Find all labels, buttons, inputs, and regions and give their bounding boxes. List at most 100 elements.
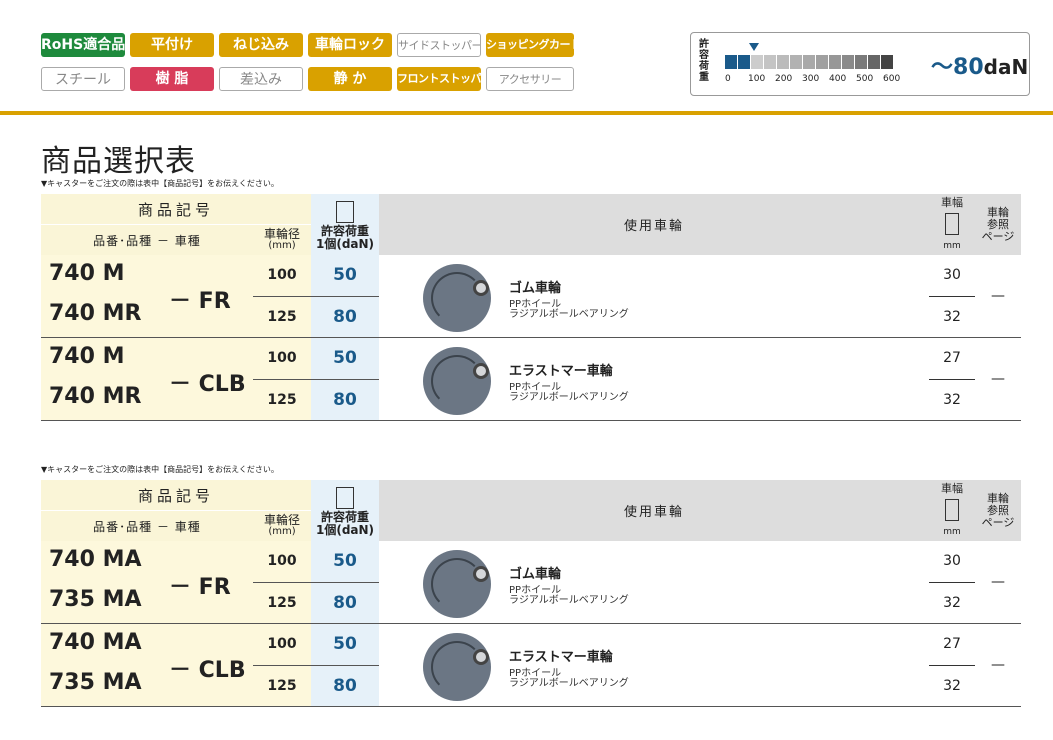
wheel-diameter: 100 bbox=[253, 623, 312, 666]
header-width: 車幅 mm bbox=[929, 480, 976, 541]
wheel-width: 27 bbox=[929, 338, 975, 380]
wheel-width: 30 bbox=[929, 541, 975, 582]
load-value: 80 bbox=[311, 582, 380, 625]
header-width-unit: mm bbox=[943, 527, 961, 537]
header-wheel: 使用車輪 bbox=[379, 194, 930, 255]
wheel-width: 27 bbox=[929, 624, 975, 666]
tick-label: 200 bbox=[775, 74, 793, 84]
order-note: ▼キャスターをご注文の際は表中【商品記号】をお伝えください。 bbox=[41, 179, 279, 188]
load-scale-segment bbox=[725, 55, 737, 69]
header-load-line2: 1個(daN) bbox=[315, 236, 375, 251]
load-scale-segment bbox=[829, 55, 841, 69]
wheel-diameter: 100 bbox=[253, 541, 312, 583]
wheel-name: エラストマー車輪 bbox=[509, 364, 613, 379]
wheel-width-value: 32 bbox=[943, 308, 961, 325]
load-header-icon bbox=[336, 486, 355, 509]
selection-table: 商品記号 許容荷重 1個(daN) 使用車輪 車幅 mm 車輪 参照 ページ 品番･品種… bbox=[41, 194, 1022, 421]
product-code-cell: 740 M 740 MR － CLB bbox=[41, 337, 253, 421]
header-width: 車幅 mm bbox=[929, 194, 976, 255]
wheel-width: 30 bbox=[929, 255, 975, 296]
header-ref: 車輪 参照 ページ bbox=[975, 194, 1022, 255]
order-note: ▼キャスターをご注文の際は表中【商品記号】をお伝えください。 bbox=[41, 465, 279, 474]
load-value: 80 bbox=[311, 665, 380, 707]
wheel-desc: ラジアルボールベアリング bbox=[509, 678, 629, 689]
load-scale-segment bbox=[855, 55, 867, 69]
wheel-desc: ラジアルボールベアリング bbox=[509, 595, 629, 606]
wheel-info: ゴム車輪 PPホイール ラジアルボールベアリング bbox=[379, 541, 930, 624]
load-header-icon bbox=[336, 200, 355, 223]
load-box-title: 許容荷重 bbox=[699, 39, 709, 83]
header-code-sub: 品番･品種 － 車種 bbox=[41, 510, 253, 541]
tag-rohs: RoHS適合品 bbox=[41, 33, 125, 57]
tick-label: 100 bbox=[748, 74, 766, 84]
wheel-type-suffix: － FR bbox=[169, 289, 231, 314]
header-product-code: 商品記号 bbox=[41, 194, 312, 225]
load-value: 80 bbox=[311, 379, 380, 421]
load-value: 50 bbox=[311, 541, 380, 583]
load-scale-segment bbox=[751, 55, 763, 69]
wheel-info: エラストマー車輪 PPホイール ラジアルボールベアリング bbox=[379, 623, 930, 707]
tick-label: 400 bbox=[829, 74, 847, 84]
header-dia: 車輪径 (mm) bbox=[253, 224, 312, 255]
load-value: 50 bbox=[311, 623, 380, 666]
tag-quiet: 静 か bbox=[308, 67, 392, 91]
product-code-cell: 740 MA 735 MA － CLB bbox=[41, 623, 253, 707]
header-dia-label: 車輪径 bbox=[264, 513, 301, 527]
load-scale-segment bbox=[803, 55, 815, 69]
ref-page: — bbox=[975, 623, 1022, 707]
header-load-line1: 許容荷重 bbox=[321, 509, 370, 524]
wheel-image bbox=[423, 633, 492, 701]
header-product-code: 商品記号 bbox=[41, 480, 312, 511]
wheel-name: エラストマー車輪 bbox=[509, 650, 613, 665]
max-load: 〜80daN bbox=[931, 49, 1028, 81]
tag-side-stopper: サイドストッパー bbox=[397, 33, 481, 57]
header-dia-unit: (mm) bbox=[268, 526, 296, 537]
ref-page: — bbox=[975, 337, 1022, 421]
product-code: 735 MA bbox=[49, 670, 142, 695]
wheel-name: ゴム車輪 bbox=[509, 567, 562, 582]
tag-flat-mount: 平付け bbox=[130, 33, 214, 57]
tick-label: 300 bbox=[802, 74, 820, 84]
ref-page: — bbox=[975, 541, 1022, 624]
wheel-name: ゴム車輪 bbox=[509, 281, 562, 296]
ref-page: — bbox=[975, 255, 1022, 338]
wheel-width-value: 32 bbox=[943, 677, 961, 694]
tag-accessory: アクセサリー bbox=[486, 67, 574, 91]
load-scale-segment bbox=[868, 55, 880, 69]
header-load-line2: 1個(daN) bbox=[315, 522, 375, 537]
tag-wheel-lock: 車輪ロック bbox=[308, 33, 392, 57]
wheel-info: ゴム車輪 PPホイール ラジアルボールベアリング bbox=[379, 255, 930, 338]
product-code: 740 MR bbox=[49, 301, 142, 326]
header-ref-line3: ページ bbox=[981, 515, 1015, 529]
load-value: 80 bbox=[311, 296, 380, 339]
product-code: 735 MA bbox=[49, 587, 142, 612]
load-scale-segment bbox=[816, 55, 828, 69]
wheel-diameter: 125 bbox=[253, 379, 312, 421]
wheel-image bbox=[423, 264, 492, 332]
load-value: 50 bbox=[311, 255, 380, 297]
header-divider bbox=[0, 111, 1053, 115]
tick-label: 0 bbox=[725, 74, 731, 84]
product-code: 740 MA bbox=[49, 547, 142, 572]
header-width-unit: mm bbox=[943, 241, 961, 251]
page-title: 商品選択表 bbox=[41, 144, 196, 179]
product-code: 740 M bbox=[49, 344, 125, 369]
tag-shopping-cart: ショッピングカート bbox=[486, 33, 574, 57]
wheel-diameter: 125 bbox=[253, 582, 312, 625]
wheel-width-value: 27 bbox=[943, 350, 961, 367]
header-code-sub: 品番･品種 － 車種 bbox=[41, 224, 253, 255]
wheel-width: 32 bbox=[929, 581, 976, 625]
load-capacity-box: 許容荷重 0 100 200 300 400 500 600 〜80daN bbox=[690, 32, 1030, 96]
tick-label: 600 bbox=[883, 74, 901, 84]
tag-steel: スチール bbox=[41, 67, 125, 91]
wheel-type-suffix: － CLB bbox=[169, 372, 246, 397]
wheel-type-suffix: － CLB bbox=[169, 658, 246, 683]
header-width-label: 車幅 bbox=[941, 482, 964, 495]
wheel-desc: ラジアルボールベアリング bbox=[509, 392, 629, 403]
header-wheel: 使用車輪 bbox=[379, 480, 930, 541]
tag-insert: 差込み bbox=[219, 67, 303, 91]
tag-screw-in: ねじ込み bbox=[219, 33, 303, 57]
header-dia-unit: (mm) bbox=[268, 240, 296, 251]
load-scale-segment bbox=[881, 55, 893, 69]
product-code-cell: 740 M 740 MR － FR bbox=[41, 255, 253, 338]
